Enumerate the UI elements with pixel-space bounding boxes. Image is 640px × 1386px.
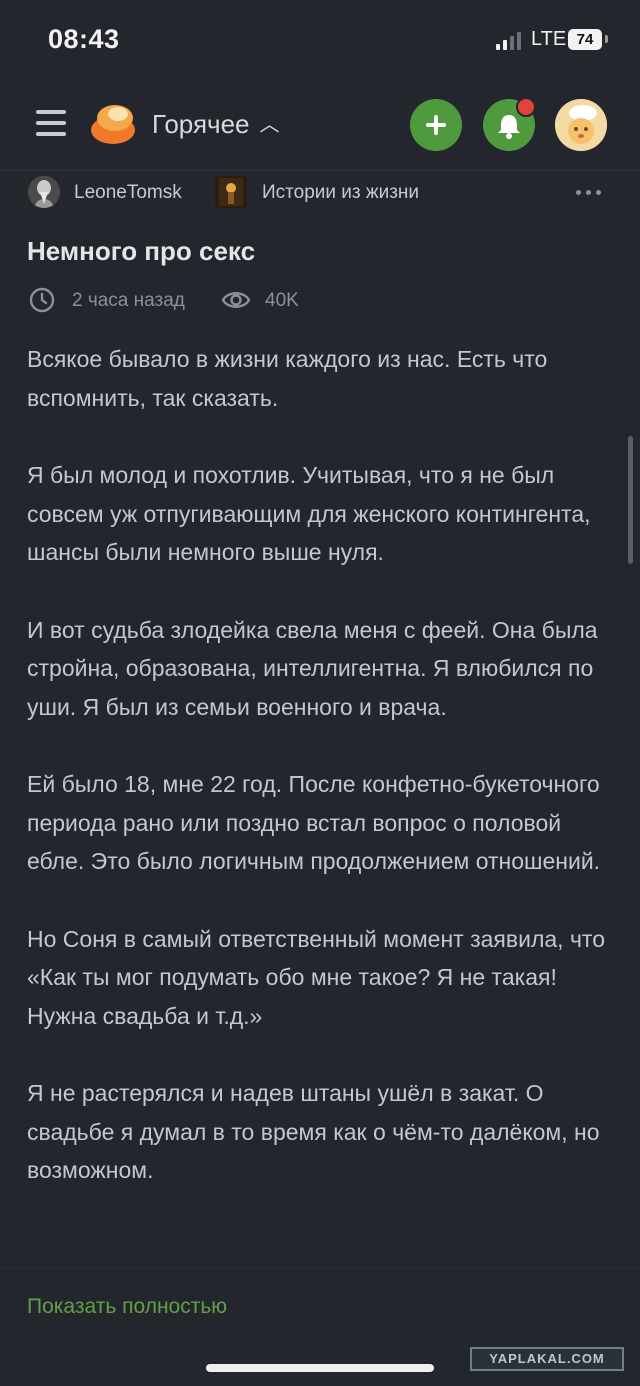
- post-title[interactable]: Немного про секс: [27, 236, 255, 267]
- scrollbar[interactable]: [628, 436, 633, 564]
- chevron-up-icon: ︿: [259, 114, 280, 136]
- community-name[interactable]: Истории из жизни: [262, 182, 419, 204]
- battery-tip: [605, 35, 608, 43]
- home-indicator[interactable]: [206, 1364, 434, 1372]
- show-full-link[interactable]: Показать полностью: [27, 1295, 227, 1319]
- post-meta: 2 часа назад 40K: [28, 286, 428, 316]
- author-name[interactable]: LeoneTomsk: [74, 182, 182, 204]
- feed-selector[interactable]: Горячее ︿: [152, 108, 280, 140]
- post-author-row: LeoneTomsk Истории из жизни: [0, 172, 640, 216]
- signal-icon: [496, 30, 522, 50]
- post-paragraph: Я был молод и похотлив. Учитывая, что я …: [27, 462, 591, 565]
- network-type: LTE: [531, 28, 567, 50]
- show-full-bar: Показать полностью: [0, 1268, 640, 1359]
- post-views: 40K: [265, 290, 299, 311]
- eye-icon: [221, 292, 251, 308]
- menu-icon[interactable]: [36, 110, 66, 136]
- add-post-button[interactable]: [410, 99, 462, 151]
- post-paragraph: И вот судьба злодейка свела меня с феей.…: [27, 616, 598, 720]
- post-paragraph: Я не растерялся и надев штаны ушёл в зак…: [27, 1080, 600, 1183]
- community-icon[interactable]: [215, 176, 247, 208]
- battery-icon: 74: [568, 29, 602, 50]
- more-options-icon[interactable]: [574, 176, 604, 206]
- status-bar: 08:43 LTE 74: [0, 0, 640, 84]
- text-fade-overlay: [0, 1180, 640, 1270]
- post-paragraph: Но Соня в самый ответственный момент зая…: [27, 925, 605, 1029]
- clock-icon: [29, 287, 55, 313]
- post-time: 2 часа назад: [72, 290, 185, 311]
- watermark: YAPLAKAL.COM: [470, 1347, 624, 1371]
- notification-badge: [516, 97, 536, 117]
- clock: 08:43: [48, 24, 120, 54]
- author-avatar[interactable]: [28, 176, 60, 208]
- post-paragraph: Ей было 18, мне 22 год. После конфетно-б…: [27, 771, 601, 874]
- avatar[interactable]: [555, 99, 607, 151]
- post-paragraph: Всякое бывало в жизни каждого из нас. Ес…: [27, 346, 548, 411]
- notifications-button[interactable]: [483, 97, 536, 151]
- logo-icon[interactable]: [88, 100, 138, 148]
- feed-title: Горячее: [152, 109, 250, 139]
- post-body: Всякое бывало в жизни каждого из нас. Ес…: [27, 340, 617, 1270]
- app-header: Горячее ︿: [0, 84, 640, 171]
